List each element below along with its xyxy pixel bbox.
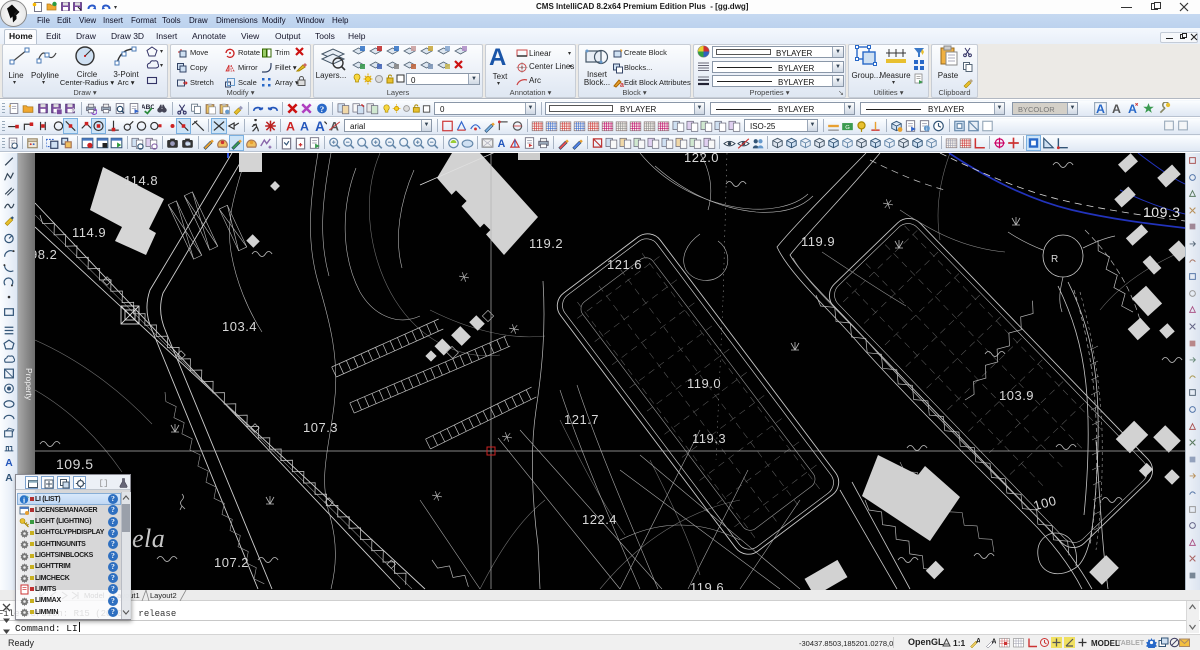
svg-text:G: G [845,125,850,131]
svg-text:ela: ela [132,524,165,553]
svg-text:119.0: 119.0 [687,376,721,391]
svg-text:A: A [5,458,13,468]
svg-text:A: A [300,120,309,133]
svg-text:114.8: 114.8 [124,173,158,188]
svg-text:114.9: 114.9 [72,225,106,240]
svg-text:109.3: 109.3 [1143,204,1181,220]
svg-text:103.9: 103.9 [999,388,1034,403]
svg-text:A: A [992,639,997,646]
svg-text:[]: [] [98,479,108,488]
svg-text:100: 100 [1032,493,1058,513]
svg-text:121.7: 121.7 [564,412,599,427]
svg-text:R: R [1051,254,1059,265]
svg-text:122.0: 122.0 [684,153,719,165]
svg-text:?: ? [320,104,324,114]
svg-text:109.5: 109.5 [56,456,94,472]
svg-text:i: i [926,126,927,132]
svg-text:107.2: 107.2 [214,555,249,570]
svg-text:A: A [315,119,325,133]
svg-text:A: A [498,138,506,150]
svg-text:119.6: 119.6 [690,580,724,590]
svg-text:119.2: 119.2 [529,236,563,251]
svg-text:103.4: 103.4 [222,319,257,334]
svg-text:A: A [976,638,980,645]
svg-text:122.4: 122.4 [582,512,617,527]
svg-text:A: A [1128,102,1137,115]
svg-text:A: A [1096,102,1105,115]
svg-text:A: A [286,120,295,133]
svg-text:A: A [5,472,13,482]
svg-text:119.9: 119.9 [801,234,835,249]
svg-text:121.6: 121.6 [607,257,642,272]
svg-text:119.3: 119.3 [692,431,726,446]
svg-text:i: i [23,496,25,505]
svg-text:ABC: ABC [142,104,154,111]
svg-text:98.2: 98.2 [35,247,57,262]
svg-text:A: A [1112,102,1121,115]
svg-text:107.3: 107.3 [303,420,338,435]
